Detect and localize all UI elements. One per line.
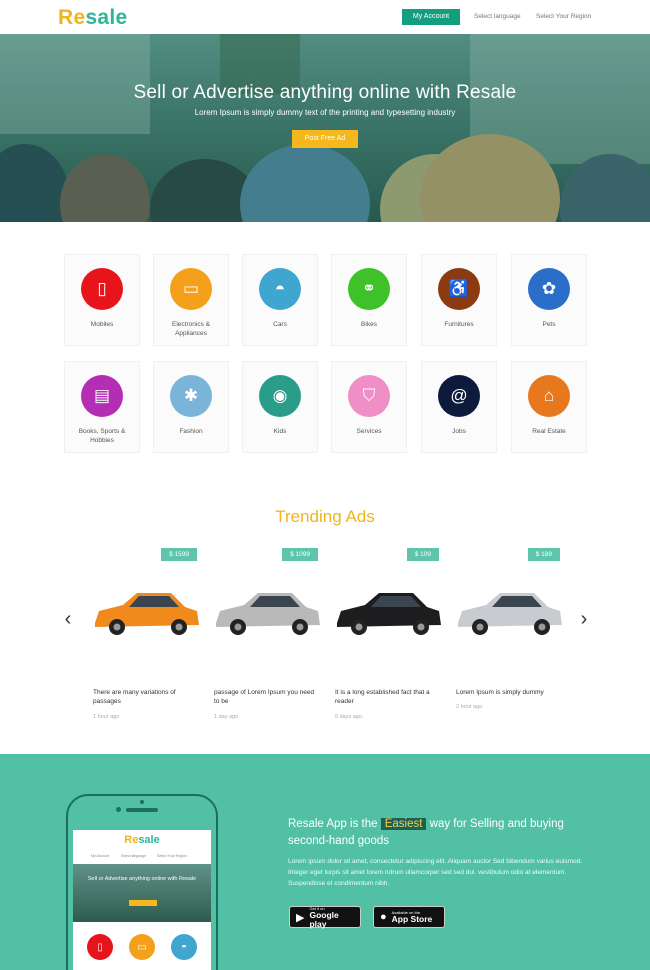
category-furnitures[interactable]: ♿ Furnitures bbox=[421, 254, 497, 346]
phone-mockup: Resale My Account Select language Select… bbox=[66, 794, 218, 970]
car-image bbox=[216, 593, 320, 635]
phone-hero-title: Sell or Advertise anything online with R… bbox=[87, 876, 197, 882]
category-books-sports-hobbies[interactable]: ▤ Books, Sports & Hobbies bbox=[64, 361, 140, 453]
ad-time: 5 days ago bbox=[335, 714, 362, 720]
phone-mobile-icon: ▯ bbox=[87, 934, 113, 960]
next-arrow-icon[interactable]: › bbox=[577, 608, 591, 631]
logo-part-re: Re bbox=[58, 6, 86, 29]
category-label: Fashion bbox=[179, 428, 203, 435]
asterisk-icon: ✱ bbox=[170, 375, 212, 417]
car-image bbox=[95, 593, 199, 635]
car-image bbox=[337, 593, 441, 635]
logo[interactable]: Resale bbox=[58, 6, 128, 30]
category-label: Furnitures bbox=[444, 321, 474, 328]
app-headline-highlight: Easiest bbox=[380, 818, 427, 830]
apple-icon: ● bbox=[380, 911, 387, 923]
car-image bbox=[458, 593, 562, 635]
phone-hero bbox=[73, 864, 211, 922]
my-account-button[interactable]: My Account bbox=[402, 9, 460, 25]
phone-car-icon: ◓ bbox=[171, 934, 197, 960]
hero-title: Sell or Advertise anything online with R… bbox=[133, 82, 517, 103]
shield-icon: ⛉ bbox=[348, 375, 390, 417]
logo-part-sale: sale bbox=[85, 6, 128, 29]
ad-card[interactable]: $ 109 It is a long established fact that … bbox=[331, 548, 445, 730]
ad-description: passage of Lorem Ipsum you need to be bbox=[214, 689, 315, 705]
google-play-button[interactable]: ▶ Get it on Google play bbox=[289, 906, 361, 928]
category-kids[interactable]: ◉ Kids bbox=[242, 361, 318, 453]
category-label: Mobiles bbox=[90, 321, 114, 328]
category-jobs[interactable]: @ Jobs bbox=[421, 361, 497, 453]
ad-time: 2 hour ago bbox=[456, 704, 483, 710]
google-play-icon: ▶ bbox=[296, 911, 305, 924]
phone-laptop-icon: ▭ bbox=[129, 934, 155, 960]
phone-nav-account: My Account bbox=[91, 854, 110, 858]
book-icon: ▤ bbox=[81, 375, 123, 417]
select-language-link[interactable]: Select language bbox=[474, 13, 521, 20]
price-tag: $ 1099 bbox=[282, 548, 318, 561]
app-description: Lorem ipsum dolor sit amet, consectetur … bbox=[288, 858, 583, 887]
category-label: Real Estate bbox=[532, 428, 566, 435]
phone-post-button bbox=[129, 900, 157, 906]
category-label: Pets bbox=[542, 321, 556, 328]
category-fashion[interactable]: ✱ Fashion bbox=[153, 361, 229, 453]
mobile-icon: ▯ bbox=[81, 268, 123, 310]
ad-card[interactable]: $ 1099 passage of Lorem Ipsum you need to… bbox=[210, 548, 324, 730]
category-real-estate[interactable]: ⌂ Real Estate bbox=[511, 361, 587, 453]
trending-ads-title: Trending Ads bbox=[275, 507, 375, 526]
category-label: Kids bbox=[273, 428, 287, 435]
google-play-label: Google play bbox=[309, 909, 339, 929]
price-tag: $ 109 bbox=[406, 548, 439, 561]
ad-description: Lorem Ipsum is simply dummy bbox=[456, 689, 544, 696]
ad-card[interactable]: $ 189 Lorem Ipsum is simply dummy 2 hour a… bbox=[452, 548, 566, 730]
category-cars[interactable]: ◓ Cars bbox=[242, 254, 318, 346]
phone-nav-language: Select language bbox=[121, 854, 147, 858]
hero-banner: Sell or Advertise anything online with R… bbox=[0, 34, 650, 222]
category-label: Cars bbox=[273, 321, 287, 328]
app-headline-start: Resale App is the bbox=[288, 818, 378, 830]
category-electronics-appliances[interactable]: ▭ Electronics & Appliances bbox=[153, 254, 229, 346]
prev-arrow-icon[interactable]: ‹ bbox=[61, 608, 75, 631]
phone-logo-part-re: Re bbox=[124, 834, 139, 846]
paw-icon: ✿ bbox=[528, 268, 570, 310]
app-promo-section: Resale My Account Select language Select… bbox=[0, 754, 650, 970]
phone-logo: Resale bbox=[73, 834, 211, 846]
phone-logo-part-sale: sale bbox=[138, 834, 160, 846]
price-tag: $ 189 bbox=[527, 548, 560, 561]
category-label: Services bbox=[356, 428, 382, 435]
phone-nav-region: Select Your Region bbox=[157, 854, 187, 858]
app-headline: Resale App is the Easiest way for Sellin… bbox=[288, 816, 588, 850]
car-icon: ◓ bbox=[259, 268, 301, 310]
phone-screen: Resale My Account Select language Select… bbox=[73, 830, 211, 970]
hero-subtitle: Lorem Ipsum is simply dummy text of the … bbox=[194, 108, 456, 117]
app-store-button[interactable]: ● Available on the App Store bbox=[373, 906, 445, 928]
category-services[interactable]: ⛉ Services bbox=[331, 361, 407, 453]
laptop-icon: ▭ bbox=[170, 268, 212, 310]
category-bikes[interactable]: ⚭ Bikes bbox=[331, 254, 407, 346]
category-label: Electronics & Appliances bbox=[172, 321, 210, 337]
app-store-label: App Store bbox=[391, 914, 433, 924]
post-free-ad-button[interactable]: Post Free Ad bbox=[292, 130, 358, 148]
category-pets[interactable]: ✿ Pets bbox=[511, 254, 587, 346]
ad-time: 1 day ago bbox=[214, 714, 239, 720]
at-icon: @ bbox=[438, 375, 480, 417]
category-mobiles[interactable]: ▯ Mobiles bbox=[64, 254, 140, 346]
ad-description: There are many variations of passages bbox=[93, 689, 176, 705]
category-label: Jobs bbox=[452, 428, 466, 435]
ad-time: 1 hour ago bbox=[93, 714, 120, 720]
header: Resale My Account Select language Select… bbox=[0, 0, 650, 34]
select-region-link[interactable]: Select Your Region bbox=[536, 13, 591, 20]
home-icon: ⌂ bbox=[528, 375, 570, 417]
gamepad-icon: ◉ bbox=[259, 375, 301, 417]
ad-card[interactable]: $ 1599 There are many variations of passa… bbox=[89, 548, 203, 730]
ad-description: It is a long established fact that a rea… bbox=[335, 689, 430, 705]
wheelchair-icon: ♿ bbox=[438, 268, 480, 310]
category-label: Bikes bbox=[361, 321, 377, 328]
price-tag: $ 1599 bbox=[161, 548, 197, 561]
category-label: Books, Sports & Hobbies bbox=[78, 428, 126, 444]
bike-icon: ⚭ bbox=[348, 268, 390, 310]
